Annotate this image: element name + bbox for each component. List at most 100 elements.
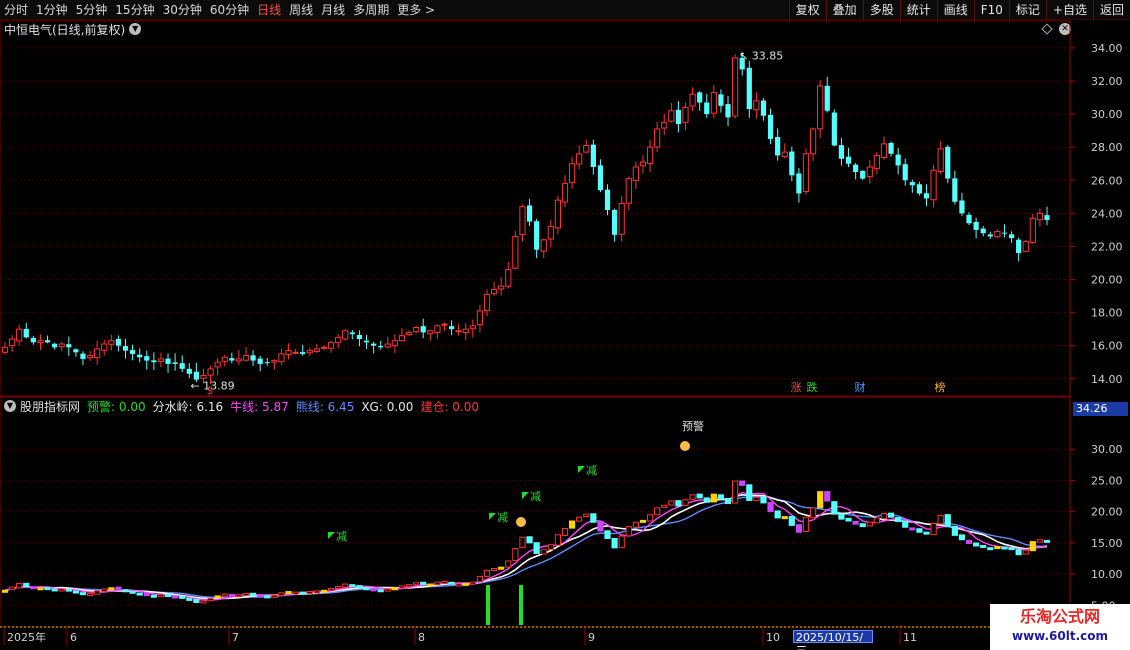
candle-body — [789, 151, 795, 176]
indicator-bar — [505, 560, 512, 568]
candle-body — [568, 163, 576, 184]
indicator-bar — [150, 594, 157, 598]
candle-body — [250, 355, 256, 361]
indicator-bar — [1001, 546, 1008, 550]
y-tick-label: 30.00 — [1091, 443, 1123, 456]
x-tick-label: 6 — [70, 631, 77, 644]
watermark-title: 乐淘公式网 — [1019, 607, 1100, 626]
candle-body — [632, 166, 639, 181]
indicator-bar — [172, 595, 179, 599]
indicator-bar — [696, 493, 703, 499]
indicator-bar — [108, 587, 115, 591]
event-mark: 财 — [855, 380, 866, 394]
candle-body — [576, 153, 583, 165]
indicator-bar — [831, 501, 838, 515]
candle-body — [980, 228, 986, 234]
candle-body — [1016, 239, 1022, 254]
candle-body — [689, 93, 696, 107]
candle-body — [1044, 215, 1050, 220]
event-mark: 跌 — [807, 380, 818, 394]
candle-body — [356, 334, 363, 340]
candle-body — [661, 121, 668, 129]
candle-body — [1036, 212, 1044, 221]
indicator-bar — [788, 515, 795, 526]
indicator-bar — [994, 546, 1001, 550]
indicator-bar — [455, 583, 462, 587]
candle-body — [725, 104, 731, 118]
indicator-bar — [448, 581, 455, 585]
candle-body — [668, 110, 675, 122]
indicator-bar — [717, 494, 725, 500]
y-tick-label: 22.00 — [1091, 240, 1123, 253]
candle-body — [952, 178, 958, 202]
indicator-bar — [398, 585, 406, 589]
candle-body — [94, 348, 101, 359]
indicator-bar — [86, 592, 94, 596]
indicator-bar — [101, 588, 108, 592]
candle-body — [923, 193, 930, 199]
candle-body — [179, 363, 185, 369]
candle-body — [959, 200, 965, 214]
indicator-bar — [1, 589, 9, 593]
indicator-bar — [646, 514, 654, 522]
x-tick-label: 10 — [766, 631, 780, 644]
candle-body — [775, 137, 781, 156]
indicator-bar — [654, 507, 661, 516]
candle-body — [526, 205, 533, 222]
candle-body — [221, 356, 228, 362]
candle-body — [86, 355, 94, 359]
indicator-bar — [639, 519, 647, 523]
candle-body — [257, 358, 263, 364]
indicator-bar — [469, 581, 476, 585]
indicator-bar — [200, 600, 207, 604]
candle-body — [448, 326, 455, 330]
candle-body — [320, 346, 328, 349]
candle-body — [534, 221, 540, 250]
indicator-bar — [356, 585, 363, 589]
x-tick-label: 11 — [903, 631, 917, 644]
indicator-bar — [824, 491, 831, 502]
indicator-bar — [306, 591, 313, 595]
indicator-bar — [817, 491, 824, 509]
indicator-bar — [710, 493, 717, 503]
candle-body — [483, 293, 491, 311]
indicator-bar — [427, 583, 434, 587]
indicator-bar — [94, 590, 101, 595]
indicator-bar — [129, 590, 136, 594]
candle-body — [646, 146, 654, 165]
candle-body — [597, 165, 604, 191]
candle-body — [73, 349, 79, 353]
candle-body — [469, 325, 476, 330]
high-price-label: ↖ 33.85 — [739, 49, 783, 62]
money-bag-icon — [516, 517, 526, 527]
candle-body — [391, 340, 398, 347]
candle-body — [853, 164, 859, 172]
flag-icon — [328, 532, 335, 539]
indicator-bar — [739, 480, 746, 486]
candle-body — [746, 67, 752, 110]
candle-body — [122, 345, 129, 351]
candle-body — [30, 337, 36, 343]
candle-body — [335, 336, 342, 343]
indicator-bar — [292, 591, 299, 595]
reduce-label: 减 — [336, 530, 347, 543]
candle-body — [781, 151, 788, 158]
indicator-bar — [845, 517, 852, 522]
candle-body — [80, 353, 86, 359]
stock-chart[interactable]: 34.00 32.00 30.00 28.00 26.00 24.00 22.00 20.00… — [0, 0, 1130, 650]
indicator-bar — [193, 598, 200, 603]
candle-body — [796, 173, 802, 194]
candle-body — [817, 85, 824, 130]
candle-body — [300, 352, 306, 354]
indicator-bar — [895, 517, 902, 523]
candle-body — [108, 340, 115, 345]
candle-body — [37, 340, 44, 344]
indicator-bar — [271, 594, 278, 598]
indicator-bar — [377, 589, 384, 593]
indicator-bar — [923, 531, 930, 535]
candle-body — [697, 92, 703, 103]
candle-body — [23, 328, 29, 338]
dollar-mark: $ — [206, 384, 213, 397]
indicator-bar — [604, 530, 611, 539]
indicator-bar — [462, 582, 469, 586]
